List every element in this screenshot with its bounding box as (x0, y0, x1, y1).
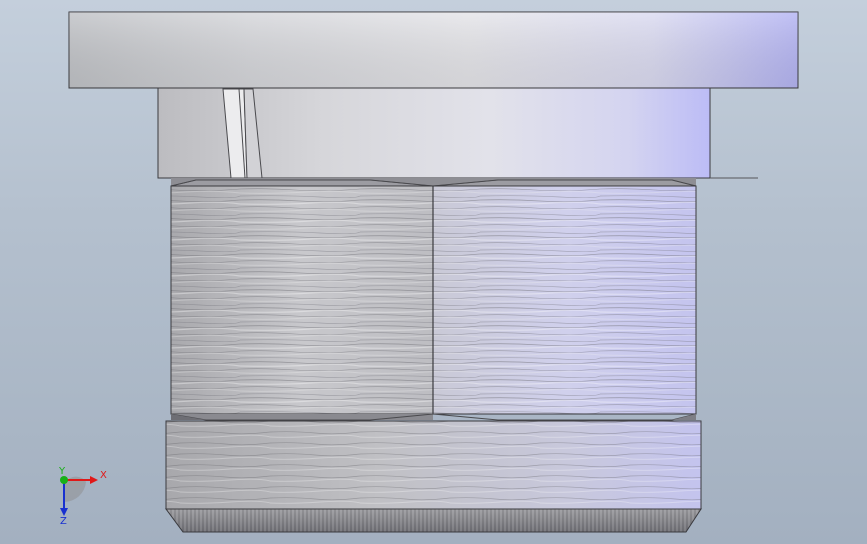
x-axis-label: X (100, 470, 107, 481)
flange-body[interactable] (68, 11, 799, 89)
hex-body[interactable] (170, 178, 697, 421)
y-axis-icon (60, 476, 68, 484)
3d-model-view[interactable] (0, 0, 867, 544)
orientation-triad: X Y Z (58, 466, 107, 527)
neck-body[interactable] (157, 87, 758, 179)
y-axis-label: Y (58, 466, 66, 477)
z-axis-label: Z (60, 516, 67, 527)
thread-body[interactable] (165, 420, 702, 510)
graphics-viewport[interactable]: X Y Z (0, 0, 867, 544)
thread-chamfer[interactable] (165, 508, 702, 533)
